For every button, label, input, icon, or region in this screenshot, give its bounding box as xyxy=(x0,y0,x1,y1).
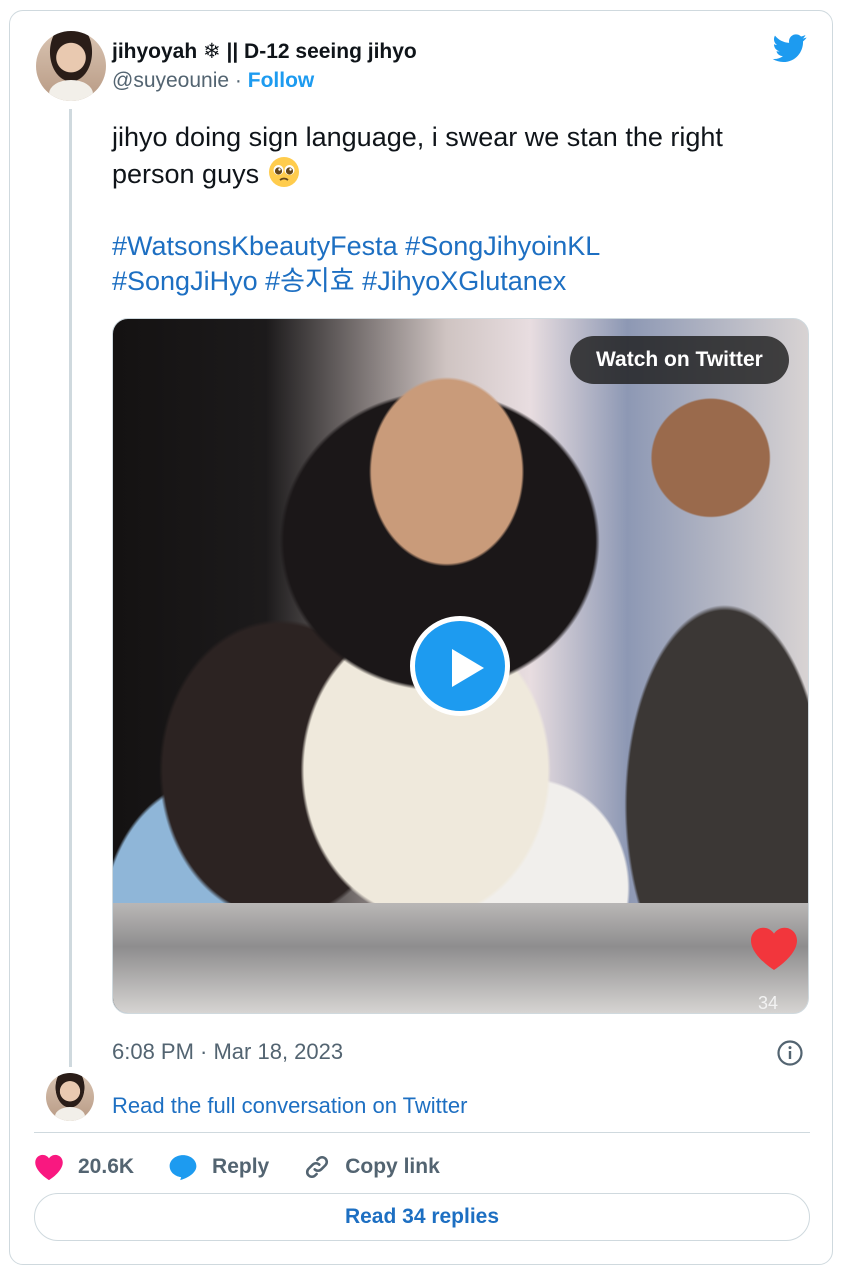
reply-button[interactable]: Reply xyxy=(168,1153,269,1181)
reply-bubble-icon xyxy=(169,1155,197,1181)
read-replies-button[interactable]: Read 34 replies xyxy=(34,1193,810,1241)
hashtag-link[interactable]: #SongJihyoinKL xyxy=(405,231,600,261)
hashtag-link[interactable]: #SongJiHyo xyxy=(112,266,258,296)
video-thumbnail[interactable]: Watch on Twitter 34 xyxy=(112,318,809,1014)
video-scene-foreground xyxy=(113,903,808,1013)
copy-link-button[interactable]: Copy link xyxy=(303,1153,440,1181)
tweet-text: jihyo doing sign language, i swear we st… xyxy=(112,119,802,192)
thread-line xyxy=(69,109,72,1067)
author-display-name[interactable]: jihyoyah ❄ || D-12 seeing jihyo xyxy=(112,39,417,64)
conversation-avatar[interactable] xyxy=(46,1073,94,1121)
author-handle[interactable]: @suyeounie xyxy=(112,69,229,92)
like-button[interactable]: 20.6K xyxy=(34,1153,134,1181)
read-conversation-link[interactable]: Read the full conversation on Twitter xyxy=(112,1093,467,1119)
hashtag-link[interactable]: #JihyoXGlutanex xyxy=(362,266,566,296)
actions-divider xyxy=(34,1132,810,1133)
video-overlay-count: 34 xyxy=(758,993,779,1013)
handle-separator: · xyxy=(234,69,242,92)
play-icon[interactable] xyxy=(410,616,510,716)
author-name-row: jihyoyah ❄ || D-12 seeing jihyo xyxy=(112,39,417,64)
heart-icon xyxy=(35,1154,63,1181)
tweet-embed-card: jihyoyah ❄ || D-12 seeing jihyo @suyeoun… xyxy=(9,10,833,1265)
twitter-bird-icon[interactable] xyxy=(772,31,808,65)
heart-overlay-icon xyxy=(751,927,797,970)
follow-button[interactable]: Follow xyxy=(248,69,315,92)
tweet-actions: 20.6K Reply Copy link xyxy=(34,1149,474,1185)
hashtag-link[interactable]: #WatsonsKbeautyFesta xyxy=(112,231,398,261)
like-count: 20.6K xyxy=(78,1155,135,1178)
pleading-face-icon xyxy=(267,155,301,189)
link-icon xyxy=(306,1155,329,1179)
copy-link-label: Copy link xyxy=(345,1155,440,1178)
tweet-timestamp[interactable]: 6:08 PM · Mar 18, 2023 xyxy=(112,1039,343,1065)
hashtag-link[interactable]: #송지효 xyxy=(265,266,355,296)
author-handle-row: @suyeounie · Follow xyxy=(112,69,314,93)
hashtag-list: #WatsonsKbeautyFesta #SongJihyoinKL #Son… xyxy=(112,229,802,299)
reply-label: Reply xyxy=(212,1155,270,1178)
author-avatar[interactable] xyxy=(36,31,106,101)
info-icon[interactable] xyxy=(776,1039,804,1067)
watch-on-twitter-button[interactable]: Watch on Twitter xyxy=(570,336,789,384)
tweet-body: jihyo doing sign language, i swear we st… xyxy=(112,122,723,189)
